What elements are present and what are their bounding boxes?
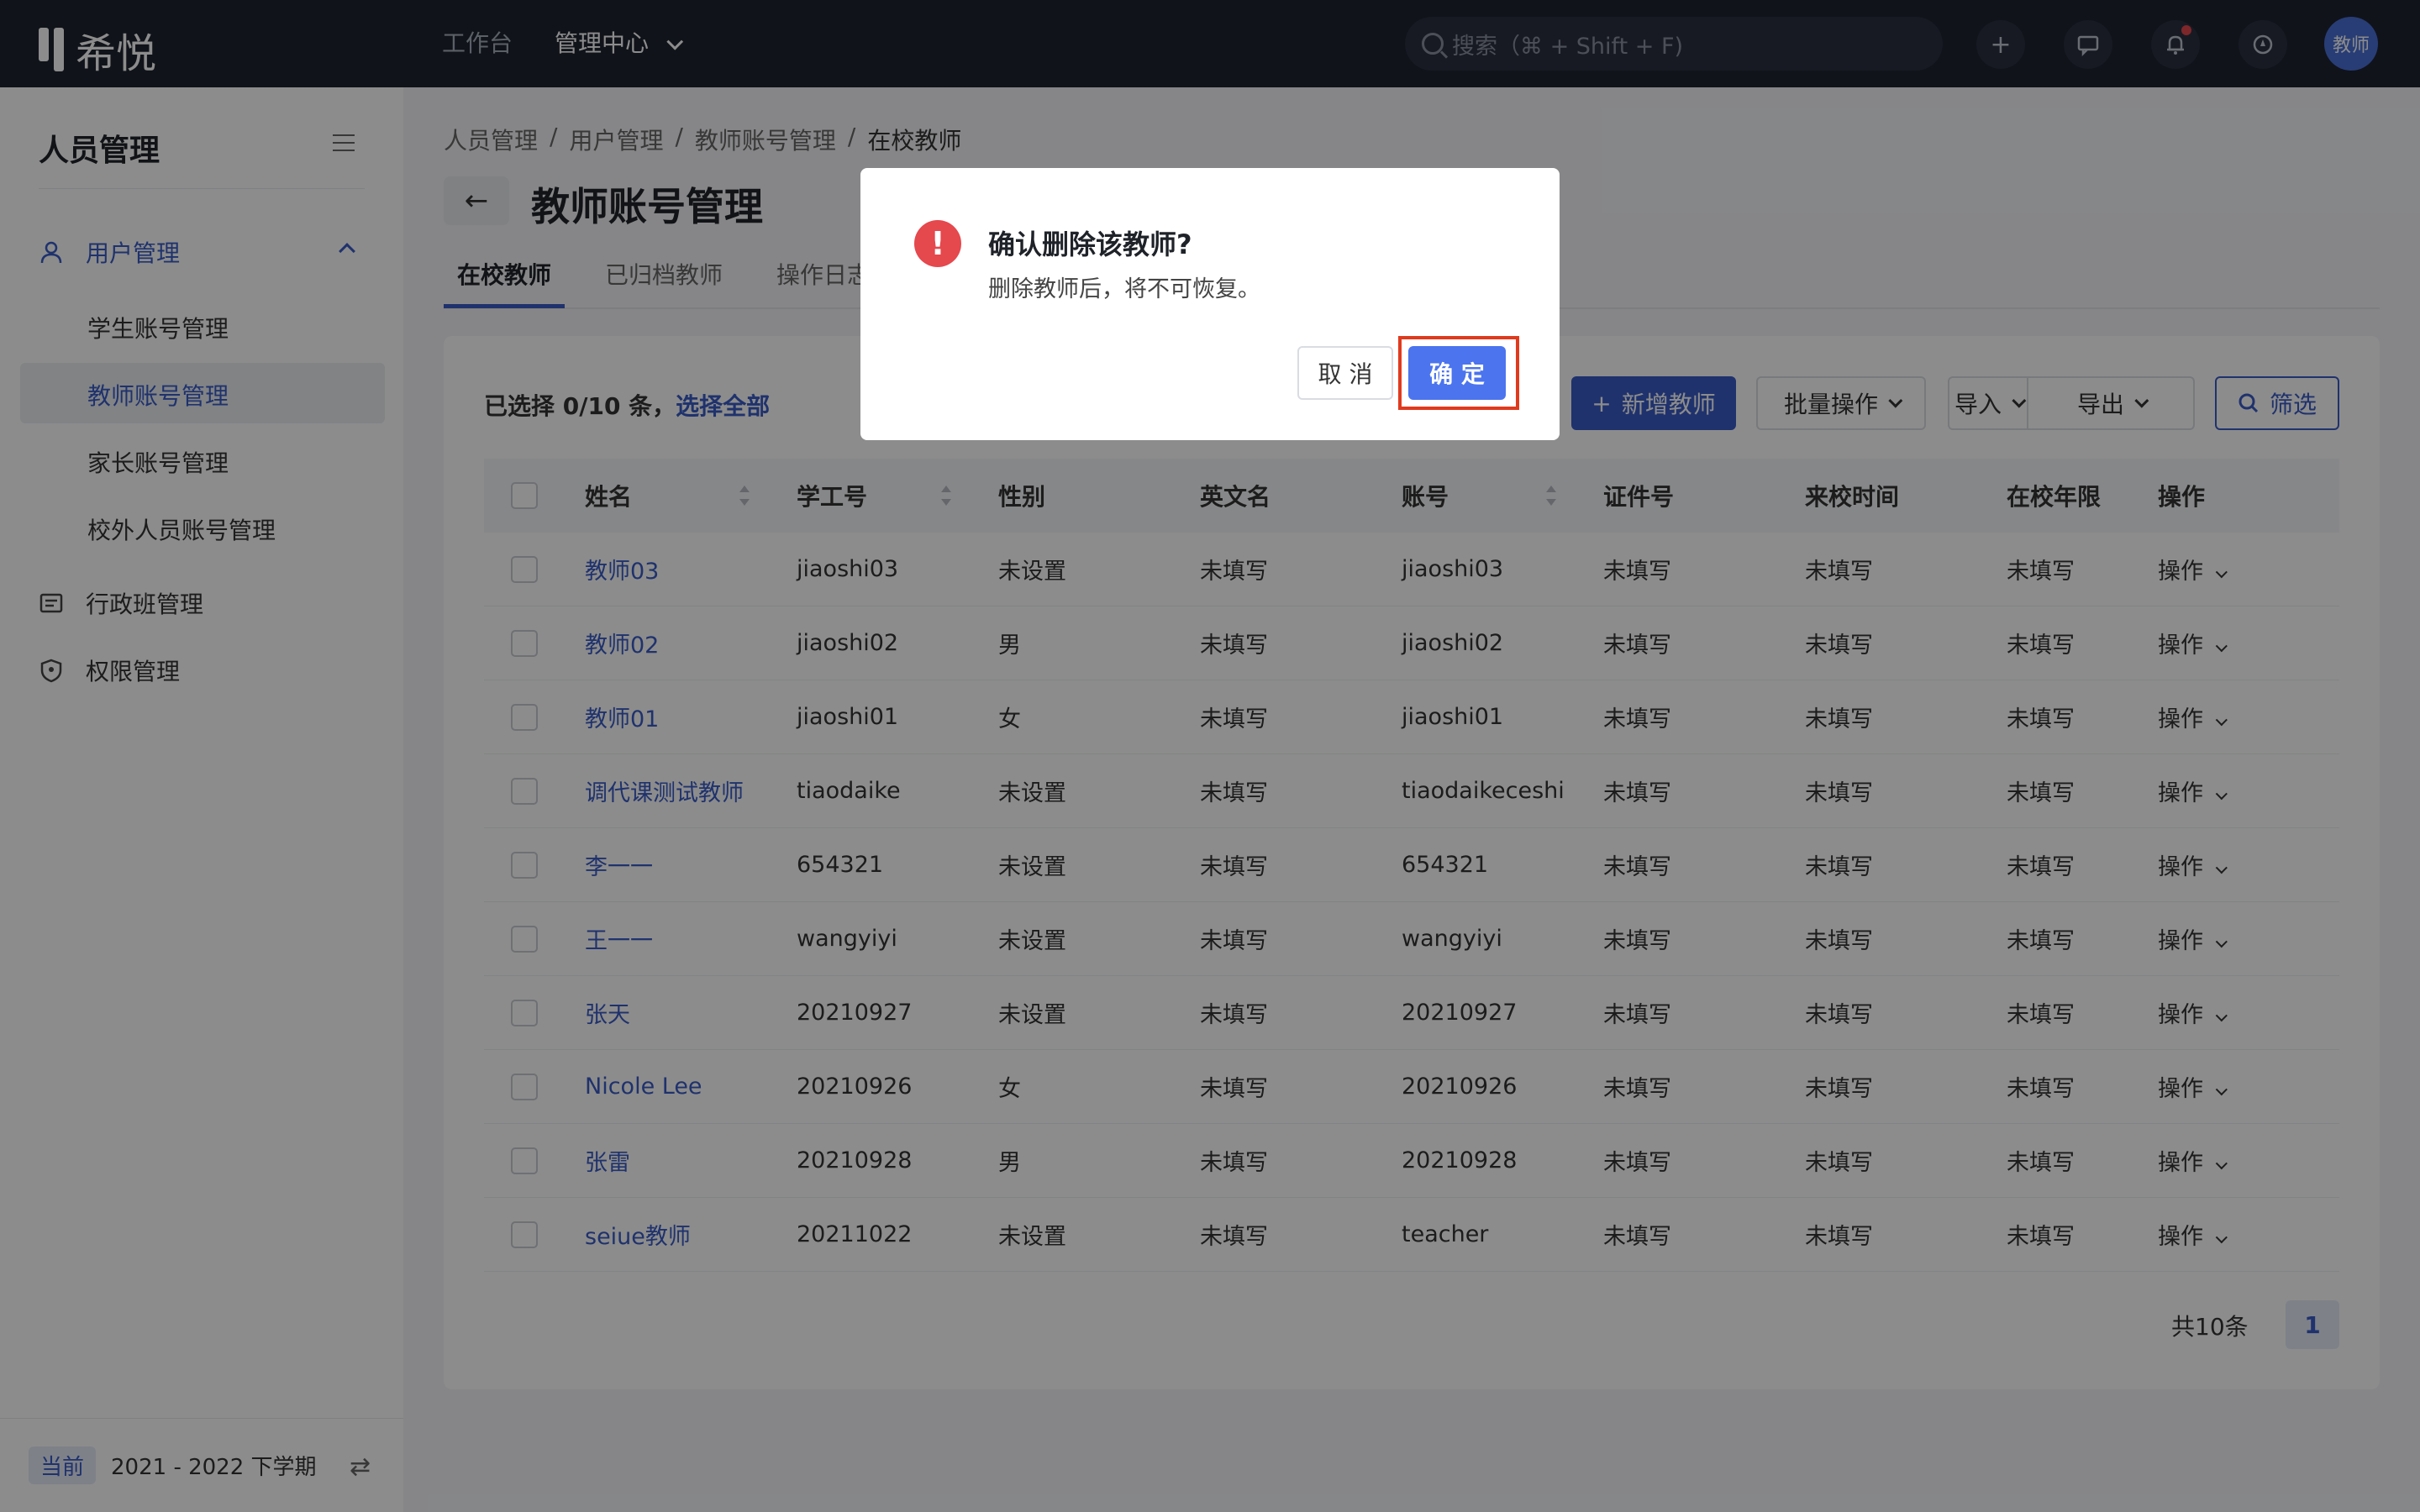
confirm-button[interactable]: 确 定 [1408, 346, 1506, 400]
warning-icon: ! [914, 220, 961, 267]
cancel-button[interactable]: 取 消 [1297, 346, 1393, 400]
dialog-message: 删除教师后，将不可恢复。 [988, 276, 1260, 302]
dialog-title: 确认删除该教师? [988, 228, 1192, 260]
confirm-delete-dialog: ! 确认删除该教师? 删除教师后，将不可恢复。 取 消 确 定 [860, 168, 1560, 440]
